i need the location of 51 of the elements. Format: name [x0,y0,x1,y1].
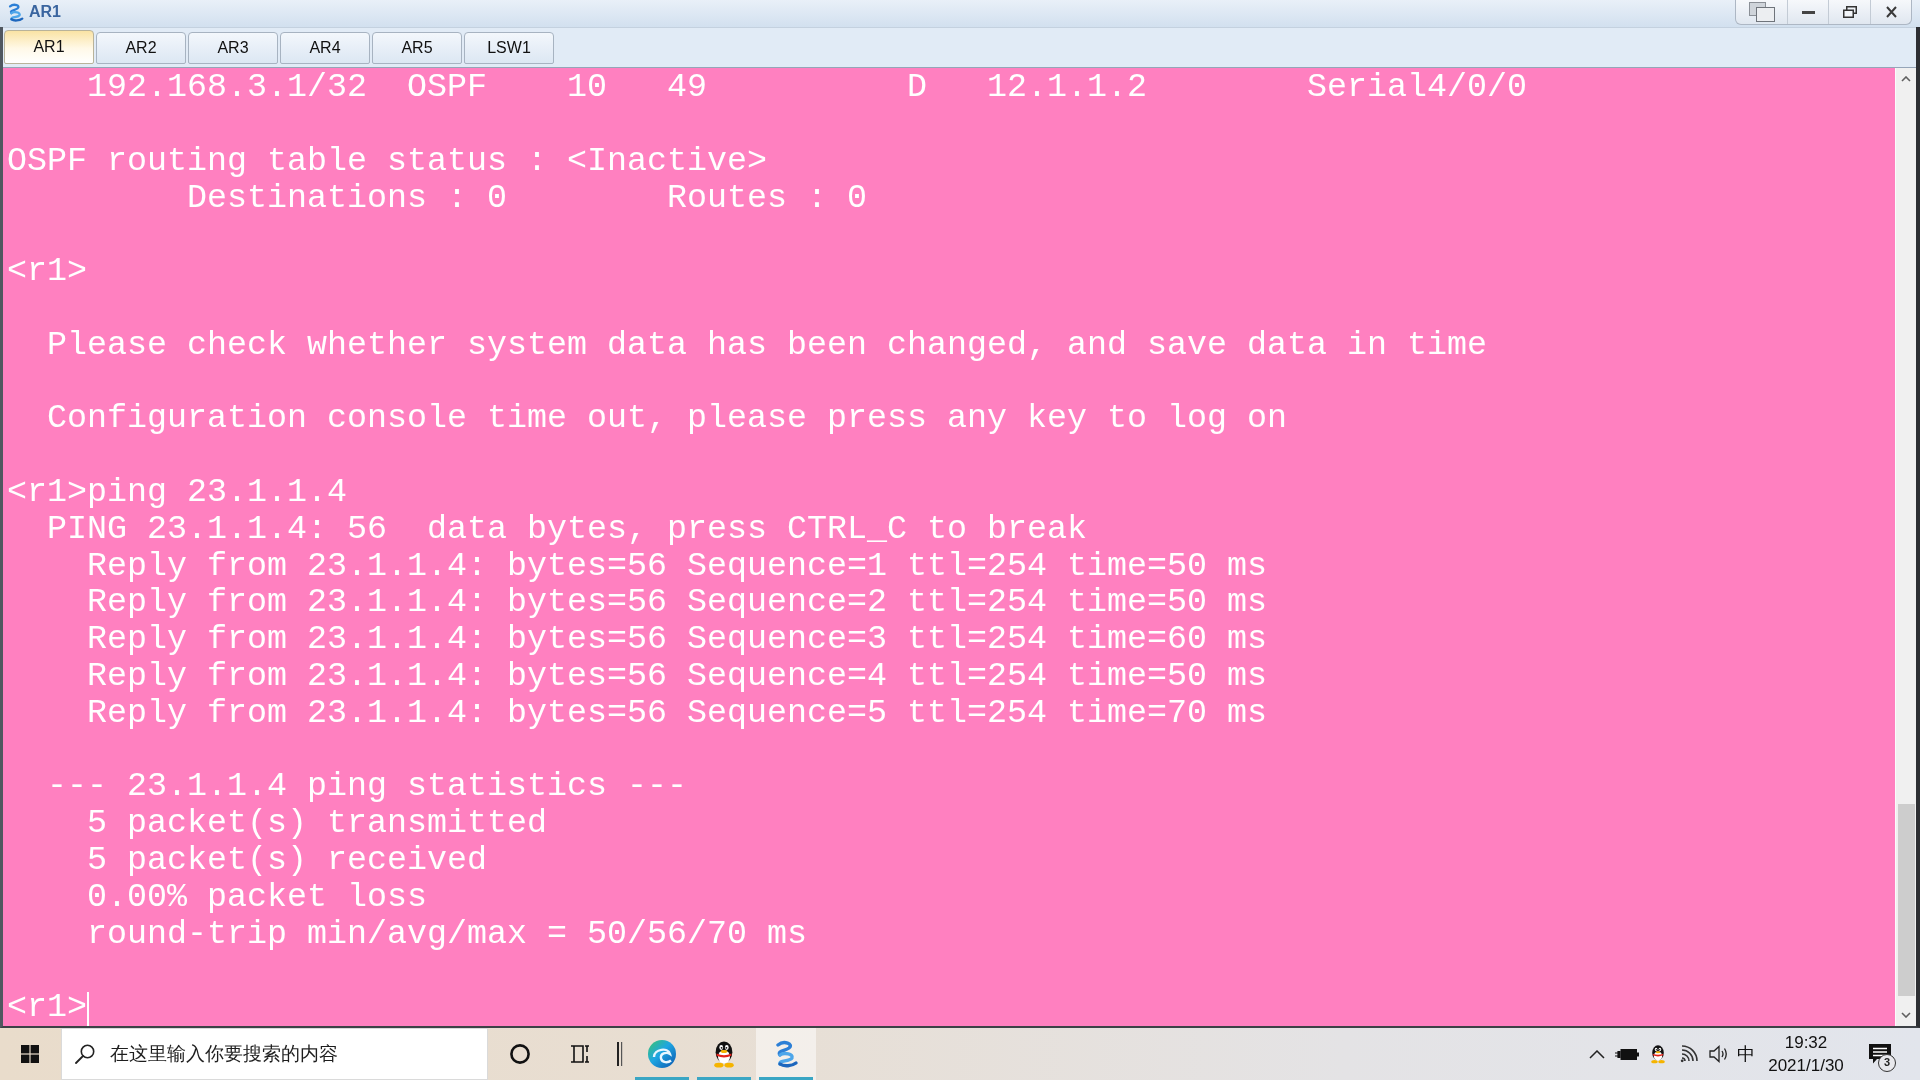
penguin-icon[interactable] [1649,1044,1667,1064]
windows-icon [1748,2,1775,22]
ring-icon [510,1044,530,1064]
speaker-icon[interactable] [1708,1045,1728,1063]
tab[interactable]: AR2 [96,32,186,64]
notification-button[interactable]: 3 [1852,1028,1908,1080]
terminal-line: PING 23.1.1.4: 56 data bytes, press CTRL_C to break [47,509,1088,548]
terminal-line: Reply from 23.1.1.4: bytes=56 Sequence=3 ttl=254 time=60 ms [87,620,1268,659]
tab[interactable]: LSW1 [464,32,554,64]
chevron-up-icon[interactable] [1589,1049,1605,1059]
chevron-up-icon [1901,76,1911,82]
task-view-icon [570,1045,590,1063]
terminal-line: 192.168.3.1/32 OSPF 10 49 D 12.1.1.2 Serial4/0/0 [87,68,1528,107]
terminal-line: Reply from 23.1.1.4: bytes=56 Sequence=2 ttl=254 time=50 ms [87,583,1268,622]
terminal-line: <r1> [7,988,87,1026]
terminal-line: round-trip min/avg/max = 50/56/70 ms [87,914,808,953]
terminal-line: Reply from 23.1.1.4: bytes=56 Sequence=1 ttl=254 time=50 ms [87,546,1268,585]
swirl-icon [648,1040,676,1068]
terminal-line: Reply from 23.1.1.4: bytes=56 Sequence=5 ttl=254 time=70 ms [87,693,1268,732]
clock-button[interactable]: 19:32 2021/1/30 [1760,1028,1852,1080]
terminal-line: <r1>ping 23.1.1.4 [7,473,347,512]
terminal-line: OSPF routing table status : <Inactive> [7,141,767,180]
close-icon [1885,6,1897,18]
terminal-line: --- 23.1.1.4 ping statistics --- [47,767,688,806]
grip-icon[interactable] [617,1042,623,1066]
terminal-line: Reply from 23.1.1.4: bytes=56 Sequence=4 ttl=254 time=50 ms [87,657,1268,696]
tab[interactable]: AR1 [4,30,94,64]
chevron-down-icon [1901,1012,1911,1018]
restore-icon [1842,6,1857,18]
notification-count: 3 [1878,1054,1896,1072]
scrollbar-thumb[interactable] [1897,804,1915,996]
tab[interactable]: AR5 [372,32,462,64]
terminal-line: <r1> [7,252,87,291]
input-method-indicator[interactable]: 中 [1737,1042,1755,1066]
terminal-line: 0.00% packet loss [87,877,428,916]
penguin-icon [711,1040,737,1068]
terminal-line: Destinations : 0 Routes : 0 [187,178,868,217]
tab[interactable]: AR4 [280,32,370,64]
minimize-icon [1801,10,1815,14]
window-title: AR1 [29,2,61,22]
search-icon [75,1044,95,1064]
battery-icon[interactable] [1615,1047,1639,1061]
search-field[interactable]: 在这里输入你要搜索的内容 [61,1028,488,1080]
terminal-line: Please check whether system data has been changed, and save data in time [47,325,1488,364]
wave-icon [6,2,25,23]
wifi-icon[interactable] [1680,1045,1698,1063]
terminal-line: Configuration console time out, please press any key to log on [47,399,1288,438]
windows-logo-icon [21,1045,39,1063]
terminal-line: 5 packet(s) transmitted [87,804,548,843]
terminal-line: 5 packet(s) received [87,841,488,879]
tab[interactable]: AR3 [188,32,278,64]
